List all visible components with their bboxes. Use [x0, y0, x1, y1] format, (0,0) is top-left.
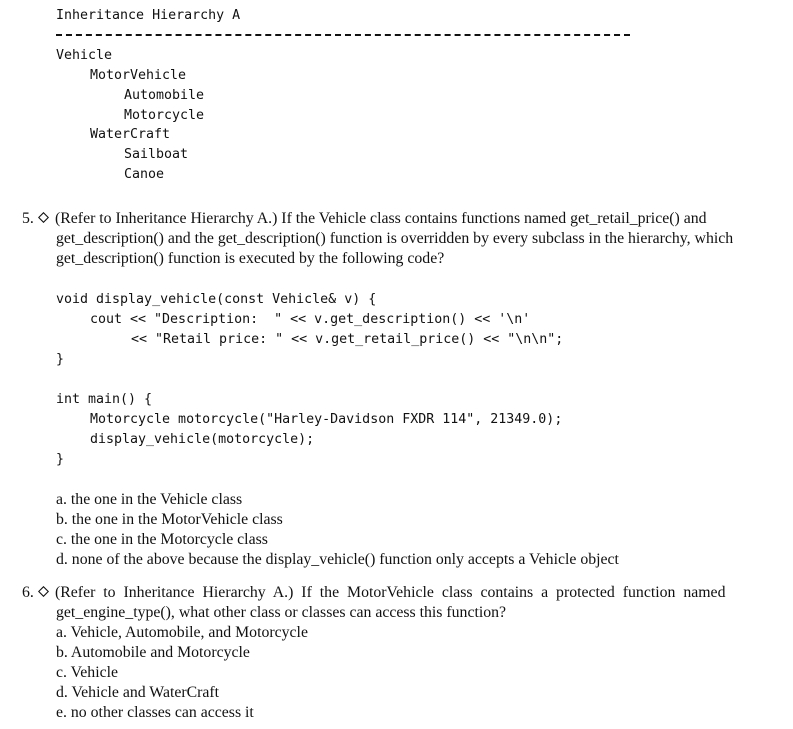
option-5b: b. the one in the MotorVehicle class: [56, 511, 283, 528]
code-line: Motorcycle motorcycle("Harley-Davidson F…: [90, 412, 563, 427]
tree-item-motorvehicle: MotorVehicle: [90, 68, 187, 83]
code-line: display_vehicle(motorcycle);: [90, 432, 315, 447]
diamond-icon: [38, 586, 49, 597]
question-number: 6.: [22, 584, 34, 601]
option-6b: b. Automobile and Motorcycle: [56, 644, 250, 661]
option-6a: a. Vehicle, Automobile, and Motorcycle: [56, 624, 308, 641]
question-5-line-3: get_description() function is executed b…: [56, 250, 445, 267]
tree-item-watercraft: WaterCraft: [90, 127, 171, 142]
option-5a: a. the one in the Vehicle class: [56, 491, 243, 508]
question-6-line-1: (Refer to Inheritance Hierarchy A.) If t…: [38, 583, 760, 603]
dashed-divider: [56, 34, 630, 36]
hierarchy-title: Inheritance Hierarchy A: [56, 8, 241, 23]
code-line: void display_vehicle(const Vehicle& v) {: [56, 292, 377, 307]
option-5c: c. the one in the Motorcycle class: [56, 531, 268, 548]
tree-item-vehicle: Vehicle: [56, 48, 113, 63]
tree-item-sailboat: Sailboat: [124, 147, 189, 162]
diamond-icon: [38, 212, 49, 223]
option-5d: d. none of the above because the display…: [56, 551, 619, 568]
code-line: cout << "Description: " << v.get_descrip…: [90, 312, 531, 327]
tree-item-automobile: Automobile: [124, 88, 205, 103]
code-line: }: [56, 452, 65, 467]
code-line: << "Retail price: " << v.get_retail_pric…: [131, 332, 564, 347]
code-line: }: [56, 352, 65, 367]
question-5-line-2: get_description() and the get_descriptio…: [56, 230, 734, 247]
option-6c: c. Vehicle: [56, 664, 118, 681]
question-6-line-2: get_engine_type(), what other class or c…: [56, 604, 507, 621]
tree-item-motorcycle: Motorcycle: [124, 108, 205, 123]
question-5-line-1: (Refer to Inheritance Hierarchy A.) If t…: [38, 209, 760, 229]
question-number: 5.: [22, 210, 34, 227]
option-6d: d. Vehicle and WaterCraft: [56, 684, 220, 701]
option-6e: e. no other classes can access it: [56, 704, 254, 721]
code-line: int main() {: [56, 392, 153, 407]
tree-item-canoe: Canoe: [124, 167, 165, 182]
